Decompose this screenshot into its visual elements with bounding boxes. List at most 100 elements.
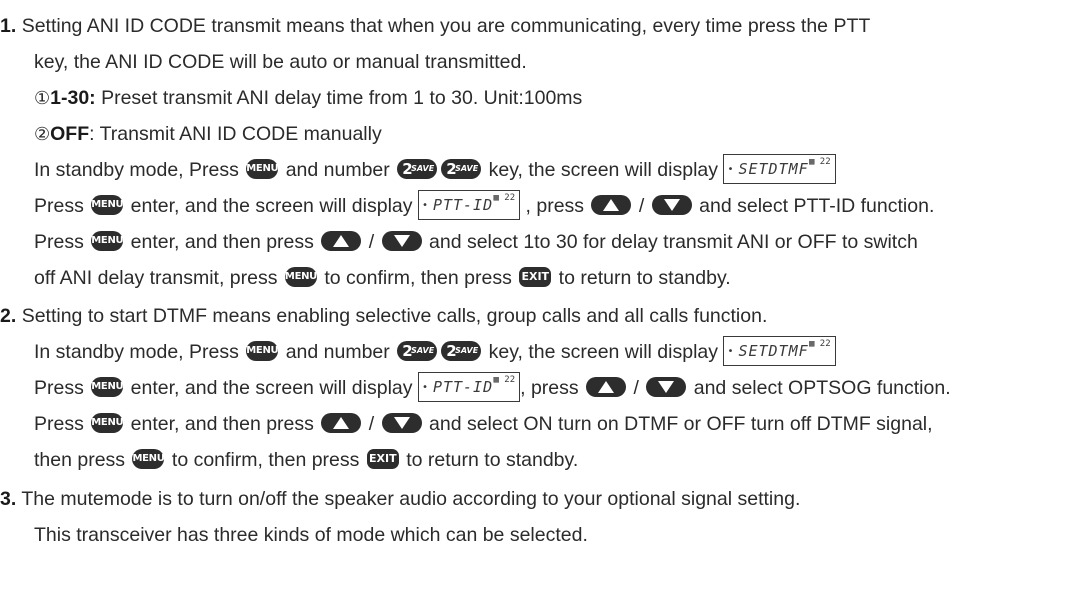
step-text: off ANI delay transmit, press [34,267,283,289]
lcd-display-pttid: • PTT-ID ▦ 22 [417,371,521,402]
key-sub: SAVE [455,345,479,355]
manual-page: 1. Setting ANI ID CODE transmit means th… [0,0,1090,600]
menu-key-icon: MENU [284,266,317,287]
step-text: enter, and the screen will display [125,377,418,399]
item-number: 1. [0,15,17,37]
exit-key-icon: EXIT [366,448,399,469]
step-text: and select 1to 30 for delay transmit ANI… [423,231,918,253]
option-off: ②OFF: Transmit ANI ID CODE manually [34,118,382,150]
circled-one-marker: ① [34,88,51,108]
item-3-line-1: 3. The mutemode is to turn on/off the sp… [0,483,800,515]
step-text: to confirm, then press [166,449,365,471]
two-save-key-icon: 2 SAVE [441,158,482,179]
option-label: OFF [50,123,90,145]
up-arrow-key-icon [586,376,627,397]
up-arrow-key-icon [321,412,362,433]
menu-key-icon: MENU [91,230,124,251]
down-arrow-key-icon [651,194,692,215]
key-sub: SAVE [411,163,435,173]
item-2-step-4: then press MENU to confirm, then press E… [34,444,578,476]
step-text: / [633,195,650,217]
item-number: 3. [0,488,17,510]
option-text: Preset transmit ANI delay time from 1 to… [95,87,583,109]
lcd-text: SETDTMF [738,341,809,360]
lcd-display-pttid: • PTT-ID ▦ 22 [417,189,521,220]
lcd-tick: • [727,163,734,175]
item-text: This transceiver has three kinds of mode… [34,524,588,546]
lcd-text: SETDTMF [738,159,809,178]
menu-key-icon: MENU [91,194,124,215]
step-text: / [628,377,645,399]
up-arrow-key-icon [591,194,632,215]
menu-key-icon: MENU [132,448,165,469]
down-arrow-key-icon [381,412,422,433]
exit-key-icon: EXIT [519,266,552,287]
lcd-tick: • [421,199,428,211]
item-2-step-2: Press MENU enter, and the screen will di… [34,371,951,404]
step-text: and select ON turn on DTMF or OFF turn o… [423,413,933,435]
step-text: , press [520,377,585,399]
step-text: enter, and then press [125,413,320,435]
step-text: In standby mode, Press [34,159,245,181]
down-arrow-key-icon [646,376,687,397]
item-2-step-3: Press MENU enter, and then press / and s… [34,408,933,440]
step-text: and select PTT-ID function. [693,195,935,217]
item-text: Setting ANI ID CODE transmit means that … [21,15,871,37]
circled-two-marker: ② [34,124,51,144]
lcd-icon: ▦ 22 [493,192,516,203]
step-text: and number [280,341,396,363]
menu-key-icon: MENU [246,340,279,361]
step-text: In standby mode, Press [34,341,245,363]
lcd-text: PTT-ID [432,195,494,214]
item-1-step-3: Press MENU enter, and then press / and s… [34,226,918,258]
step-text: , press [520,195,590,217]
item-3-line-2: This transceiver has three kinds of mode… [34,519,588,551]
lcd-icon: ▦ 22 [808,338,831,349]
step-text: to confirm, then press [318,267,518,289]
menu-key-icon: MENU [91,376,124,397]
step-text: Press [34,413,90,435]
lcd-text: PTT-ID [432,377,494,396]
item-text: The mutemode is to turn on/off the speak… [21,488,801,510]
step-text: and number [280,159,396,181]
item-1-step-4: off ANI delay transmit, press MENU to co… [34,262,731,294]
step-text: Press [34,195,90,217]
step-text: to return to standby. [553,267,731,289]
lcd-display-setdtmf: • SETDTMF ▦ 22 [723,153,836,184]
lcd-display-setdtmf: • SETDTMF ▦ 22 [723,335,836,366]
step-text: then press [34,449,131,471]
option-label: 1-30: [50,87,96,109]
two-save-key-icon: 2 SAVE [441,340,482,361]
step-text: Press [34,231,90,253]
lcd-icon: ▦ 22 [808,156,831,167]
option-text: : Transmit ANI ID CODE manually [89,123,382,145]
step-text: / [363,413,380,435]
step-text: to return to standby. [400,449,579,471]
lcd-tick: • [421,381,428,393]
item-number: 2. [0,305,17,327]
key-sub: SAVE [411,345,435,355]
item-1-line-2: key, the ANI ID CODE will be auto or man… [34,46,527,78]
lcd-icon: ▦ 22 [493,374,516,385]
step-text: / [363,231,380,253]
lcd-tick: • [727,345,734,357]
item-2-line-1: 2. Setting to start DTMF means enabling … [0,300,767,332]
two-save-key-icon: 2 SAVE [397,340,438,361]
item-1-line-1: 1. Setting ANI ID CODE transmit means th… [0,10,870,42]
item-1-step-1: In standby mode, Press MENU and number 2… [34,153,836,186]
up-arrow-key-icon [321,230,362,251]
step-text: Press [34,377,90,399]
step-text: key, the screen will display [483,159,724,181]
item-1-step-2: Press MENU enter, and the screen will di… [34,189,935,222]
step-text: enter, and then press [125,231,320,253]
down-arrow-key-icon [381,230,422,251]
key-sub: SAVE [455,163,479,173]
option-1-30: ①1-30: Preset transmit ANI delay time fr… [34,82,582,114]
step-text: key, the screen will display [483,341,724,363]
menu-key-icon: MENU [246,158,279,179]
two-save-key-icon: 2 SAVE [397,158,438,179]
item-2-step-1: In standby mode, Press MENU and number 2… [34,335,836,368]
step-text: and select OPTSOG function. [688,377,951,399]
item-text: Setting to start DTMF means enabling sel… [21,305,768,327]
item-text: key, the ANI ID CODE will be auto or man… [34,51,527,73]
